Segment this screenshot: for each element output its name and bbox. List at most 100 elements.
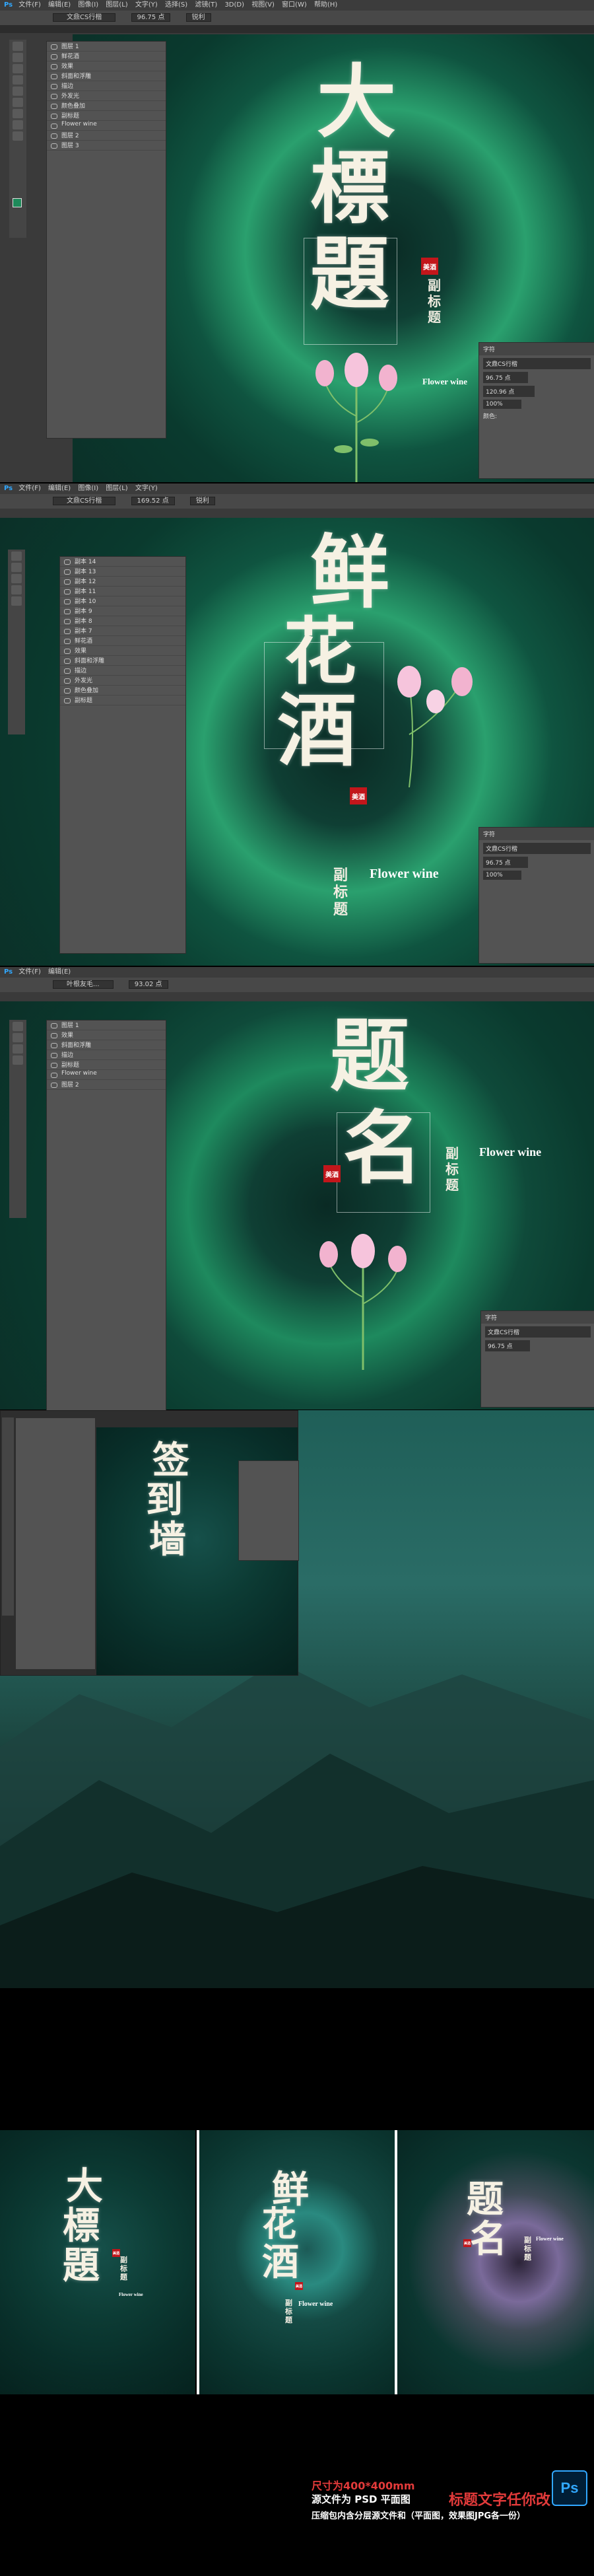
english-title: Flower wine [422, 376, 467, 386]
layer-row[interactable]: 效果 [47, 61, 166, 71]
lasso-tool[interactable] [13, 64, 23, 73]
layer-row[interactable]: 副标题 [60, 696, 185, 705]
layer-row[interactable]: 副本 7 [60, 626, 185, 636]
preview-title-char: 大 [66, 2165, 103, 2208]
size-field[interactable]: 96.75 点 [483, 372, 528, 383]
ps-badge-icon: Ps [552, 2470, 587, 2506]
text-tool[interactable] [13, 109, 23, 118]
size-field[interactable]: 96.75 点 [483, 857, 528, 868]
layer-row[interactable]: 副本 13 [60, 567, 185, 577]
font-field[interactable]: 文鼎CS行楷 [483, 358, 591, 369]
menu-image[interactable]: 图像(I) [78, 485, 98, 492]
ps-window-screenshot: 签 到 墙 [0, 1410, 299, 1676]
layer-row[interactable]: 斜面和浮雕 [47, 1040, 166, 1050]
layer-row[interactable]: 外发光 [47, 91, 166, 101]
layer-row[interactable]: 描边 [47, 1050, 166, 1060]
crop-tool[interactable] [13, 75, 23, 85]
layer-row[interactable]: 副本 8 [60, 616, 185, 626]
layers-panel-4 [15, 1417, 96, 1670]
menu-select[interactable]: 选择(S) [165, 1, 187, 9]
menu-edit[interactable]: 编辑(E) [48, 1, 71, 9]
character-panel-3: 字符 文鼎CS行楷 96.75 点 [480, 1310, 594, 1408]
font-family-select[interactable]: 文鼎CS行楷 [53, 13, 116, 22]
marquee-tool[interactable] [11, 563, 22, 572]
layer-row[interactable]: 图层 2 [47, 131, 166, 141]
font-size-select[interactable]: 96.75 点 [131, 13, 171, 22]
layer-row[interactable]: 描边 [47, 81, 166, 91]
zoom-tool[interactable] [13, 131, 23, 141]
move-tool[interactable] [13, 42, 23, 51]
menu-layer[interactable]: 图层(L) [106, 485, 127, 492]
brush-tool[interactable] [13, 87, 23, 96]
font-size-select[interactable]: 93.02 点 [128, 980, 168, 989]
english-title: Flower wine [370, 867, 439, 881]
menu-file[interactable]: 文件(F) [18, 968, 41, 976]
menu-layer[interactable]: 图层(L) [106, 1, 127, 9]
menu-edit[interactable]: 编辑(E) [48, 968, 71, 976]
font-field[interactable]: 文鼎CS行楷 [483, 843, 591, 854]
layer-row[interactable]: 图层 3 [47, 141, 166, 151]
text-tool[interactable] [11, 596, 22, 606]
lasso-tool[interactable] [11, 574, 22, 583]
layer-row[interactable]: Flower wine [47, 121, 166, 131]
layer-row[interactable]: 副标题 [47, 1060, 166, 1070]
layer-row[interactable]: 图层 2 [47, 1080, 166, 1090]
marquee-tool[interactable] [13, 53, 23, 62]
layer-row[interactable]: 斜面和浮雕 [60, 656, 185, 666]
font-field[interactable]: 文鼎CS行楷 [485, 1326, 591, 1338]
layer-row[interactable]: 外发光 [60, 676, 185, 686]
brush-tool[interactable] [11, 585, 22, 594]
layer-row[interactable]: 副本 12 [60, 577, 185, 587]
scale-field[interactable]: 100% [483, 871, 521, 880]
lasso-tool[interactable] [13, 1044, 23, 1054]
foreground-color-swatch[interactable] [13, 198, 22, 207]
layer-row[interactable]: 副本 14 [60, 557, 185, 567]
menu-window[interactable]: 窗口(W) [282, 1, 307, 9]
anti-alias-select[interactable]: 锐利 [189, 497, 215, 505]
move-tool[interactable] [11, 552, 22, 561]
font-family-select[interactable]: 叶根友毛... [53, 980, 114, 989]
title-char-3: 酒 [277, 684, 356, 777]
layer-row[interactable]: 副本 9 [60, 606, 185, 616]
menu-file[interactable]: 文件(F) [18, 485, 41, 492]
leading-field[interactable]: 120.96 点 [483, 386, 535, 397]
menu-edit[interactable]: 编辑(E) [48, 485, 71, 492]
layer-row[interactable]: 效果 [60, 646, 185, 656]
menu-3d[interactable]: 3D(D) [224, 1, 244, 9]
seal-stamp: 美酒 [112, 2249, 120, 2257]
menu-type[interactable]: 文字(Y) [135, 1, 158, 9]
menu-type[interactable]: 文字(Y) [135, 485, 158, 492]
layer-row[interactable]: 副标题 [47, 111, 166, 121]
layer-row[interactable]: 颜色叠加 [47, 101, 166, 111]
text-tool[interactable] [13, 1055, 23, 1065]
layer-row[interactable]: 鲜花酒 [47, 52, 166, 61]
layer-row[interactable]: 描边 [60, 666, 185, 676]
menu-view[interactable]: 视图(V) [251, 1, 275, 9]
layer-row[interactable]: 效果 [47, 1030, 166, 1040]
menu-image[interactable]: 图像(I) [78, 1, 98, 9]
scale-field[interactable]: 100% [483, 400, 521, 409]
move-tool[interactable] [13, 1022, 23, 1031]
anti-alias-select[interactable]: 锐利 [185, 13, 211, 22]
pen-tool[interactable] [13, 120, 23, 129]
layer-row[interactable]: 斜面和浮雕 [47, 71, 166, 81]
marquee-tool[interactable] [13, 1033, 23, 1042]
tab-bar [0, 25, 594, 33]
eraser-tool[interactable] [13, 98, 23, 107]
font-family-select[interactable]: 文鼎CS行楷 [53, 497, 116, 505]
menu-file[interactable]: 文件(F) [18, 1, 41, 9]
layer-row[interactable]: 图层 1 [47, 42, 166, 52]
size-field[interactable]: 96.75 点 [485, 1340, 530, 1351]
layer-row[interactable]: 颜色叠加 [60, 686, 185, 696]
layer-row[interactable]: Flower wine [47, 1070, 166, 1080]
subtitle-vertical: 副标题 [446, 1145, 459, 1193]
layer-row[interactable]: 副本 11 [60, 587, 185, 596]
font-size-select[interactable]: 169.52 点 [131, 497, 175, 505]
seal-stamp: 美酒 [295, 2282, 303, 2290]
menu-help[interactable]: 帮助(H) [314, 1, 337, 9]
layer-row[interactable]: 图层 1 [47, 1020, 166, 1030]
layer-row[interactable]: 副本 10 [60, 596, 185, 606]
layer-row[interactable]: 鲜花酒 [60, 636, 185, 646]
screenshot-2: Ps 文件(F) 编辑(E) 图像(I) 图层(L) 文字(Y) 文鼎CS行楷 … [0, 483, 594, 966]
menu-filter[interactable]: 滤镜(T) [195, 1, 217, 9]
